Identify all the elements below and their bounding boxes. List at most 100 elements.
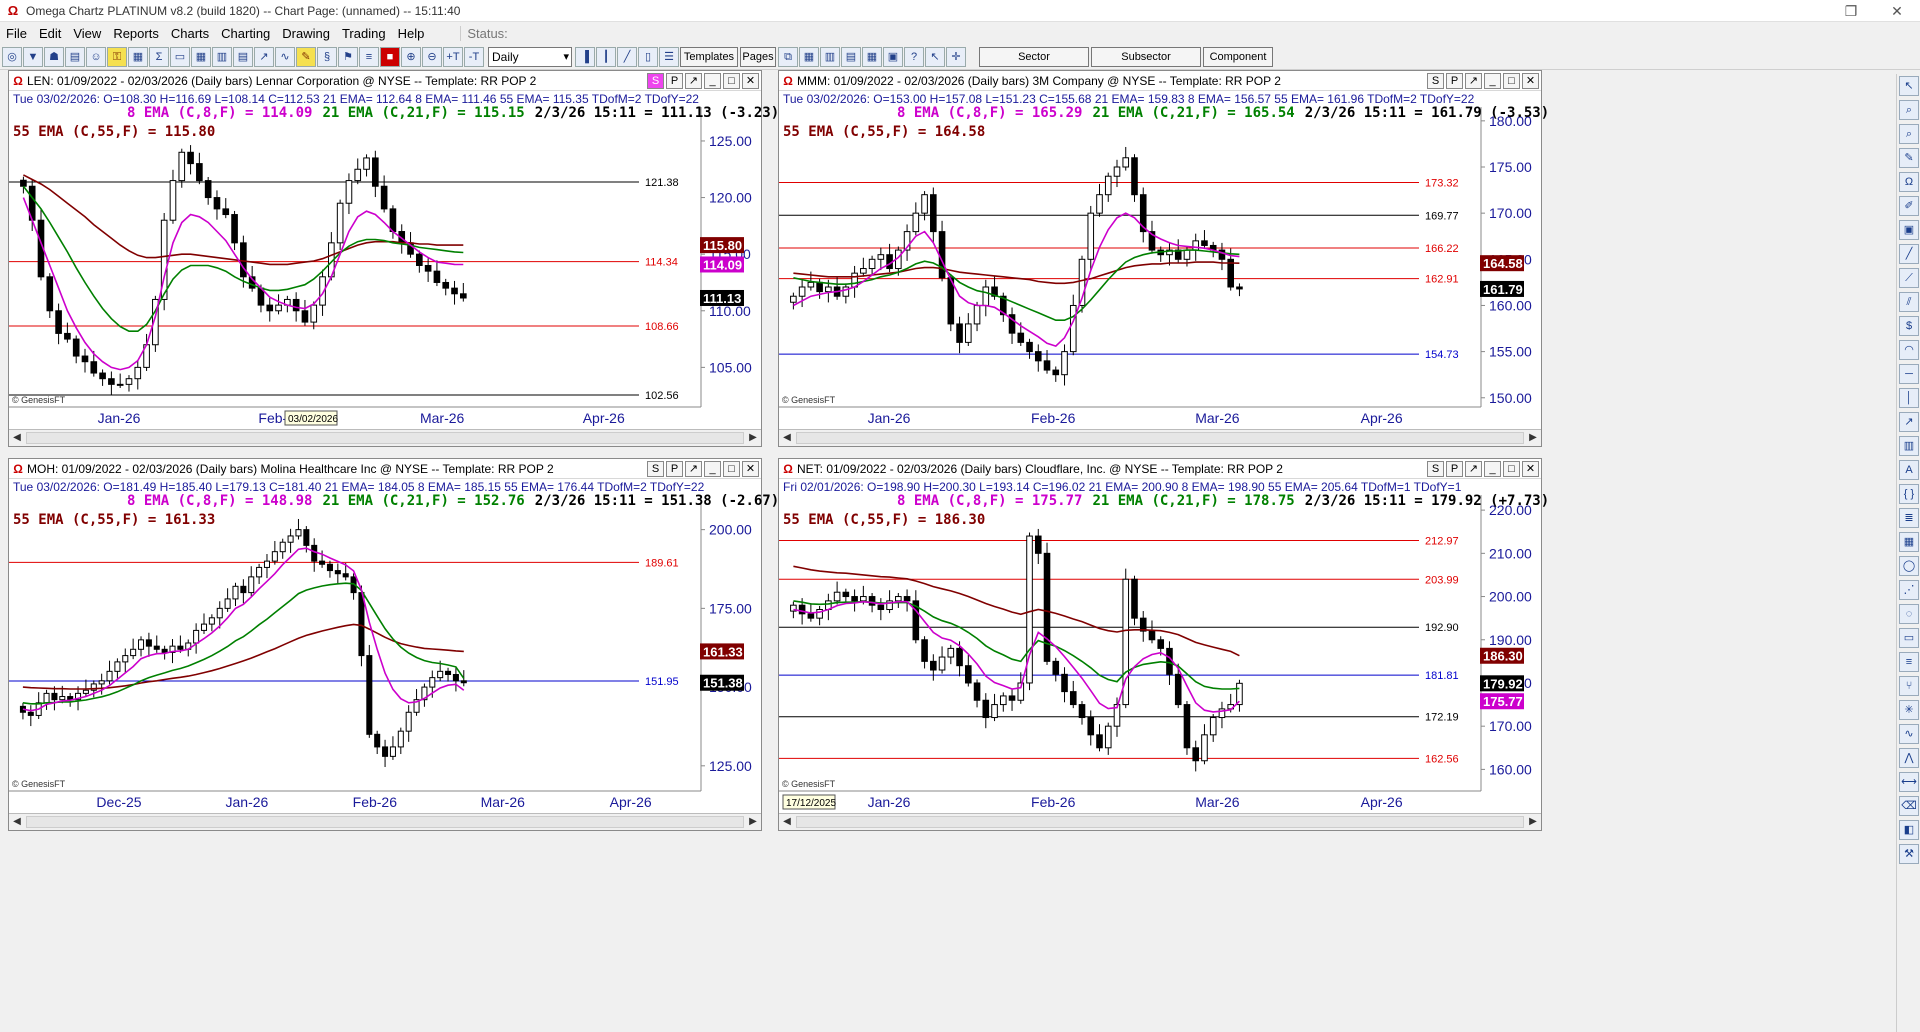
scroll-right-icon[interactable]: ▶ xyxy=(745,814,761,830)
candle-body[interactable] xyxy=(216,607,223,619)
line-icon[interactable]: ╱ xyxy=(617,46,637,67)
candle-body[interactable] xyxy=(433,270,441,283)
candle-body[interactable] xyxy=(240,242,247,278)
stop-icon[interactable]: ■ xyxy=(380,46,400,67)
menu-trading[interactable]: Trading xyxy=(336,26,392,41)
price-chart[interactable]: 121.38 114.34 108.66 102.56 125.00 120.00 115.… xyxy=(9,107,761,429)
candle-body[interactable] xyxy=(798,604,806,615)
scroll-left-icon[interactable]: ◀ xyxy=(779,430,795,446)
s-button[interactable]: S xyxy=(1427,73,1444,89)
pages-button[interactable]: Pages xyxy=(740,46,776,67)
candle-body[interactable] xyxy=(816,281,823,293)
grid-tool-icon[interactable]: ▦ xyxy=(1899,532,1919,552)
candle-body[interactable] xyxy=(1034,535,1042,554)
menu-reports[interactable]: Reports xyxy=(107,26,165,41)
wave-icon[interactable]: ∿ xyxy=(275,46,295,67)
candle-body[interactable] xyxy=(437,670,444,679)
s-button[interactable]: S xyxy=(647,461,664,477)
scroll-left-icon[interactable]: ◀ xyxy=(9,430,25,446)
crosshair-icon[interactable]: ✛ xyxy=(946,46,966,67)
scroll-right-icon[interactable]: ▶ xyxy=(745,430,761,446)
rect-tool-icon[interactable]: ▭ xyxy=(1899,628,1919,648)
open-icon[interactable]: ◎ xyxy=(2,46,22,67)
candle-body[interactable] xyxy=(59,696,66,701)
arc-tool-icon[interactable]: ◠ xyxy=(1899,340,1919,360)
candle-body[interactable] xyxy=(319,560,326,565)
candle-body[interactable] xyxy=(1131,578,1138,619)
candle-body[interactable] xyxy=(310,304,318,323)
candle-body[interactable] xyxy=(1034,351,1042,362)
minimize-icon[interactable]: _ xyxy=(1484,73,1501,89)
pencil-icon[interactable]: ✎ xyxy=(296,46,316,67)
candle-body[interactable] xyxy=(424,264,432,272)
vline-tool-icon[interactable]: │ xyxy=(1899,388,1919,408)
candle-body[interactable] xyxy=(1113,166,1121,177)
candle-body[interactable] xyxy=(1078,704,1086,719)
candle-body[interactable] xyxy=(868,258,876,270)
candle-body[interactable] xyxy=(1008,695,1016,701)
candle-body[interactable] xyxy=(336,202,344,244)
rows-icon[interactable]: ▤ xyxy=(841,46,861,67)
horizontal-scrollbar[interactable]: ◀ ▶ xyxy=(9,429,761,446)
fib-tool-icon[interactable]: ≣ xyxy=(1899,508,1919,528)
tile-icon[interactable]: ▦ xyxy=(799,46,819,67)
candle-body[interactable] xyxy=(860,268,867,274)
candle-body[interactable] xyxy=(825,286,832,293)
candle-body[interactable] xyxy=(938,231,946,279)
candle-body[interactable] xyxy=(1061,351,1068,376)
minimize-icon[interactable]: _ xyxy=(704,73,721,89)
candle-body[interactable] xyxy=(82,689,89,694)
arrow-tool-icon[interactable]: ↗ xyxy=(1899,412,1919,432)
candle-body[interactable] xyxy=(807,281,815,288)
candle-body[interactable] xyxy=(1087,717,1095,736)
candle-body[interactable] xyxy=(27,711,34,716)
gann-tool-icon[interactable]: ✳ xyxy=(1899,700,1919,720)
pointer-icon[interactable]: ↖ xyxy=(925,46,945,67)
candle-body[interactable] xyxy=(374,733,381,748)
candle-body[interactable] xyxy=(72,338,80,357)
detach-icon[interactable]: ↗ xyxy=(1465,73,1482,89)
list-icon[interactable]: ☰ xyxy=(659,46,679,67)
fill-tool-icon[interactable]: ◧ xyxy=(1899,820,1919,840)
candle-body[interactable] xyxy=(973,304,981,325)
candle-body[interactable] xyxy=(1052,660,1060,675)
candle-body[interactable] xyxy=(1131,157,1138,196)
candle-body[interactable] xyxy=(145,639,152,647)
zoom-out-icon[interactable]: ⊖ xyxy=(422,46,442,67)
candle-body[interactable] xyxy=(125,378,133,385)
measure-tool-icon[interactable]: ⟷ xyxy=(1899,772,1919,792)
image-tool-icon[interactable]: ▣ xyxy=(1899,220,1919,240)
candle-body[interactable] xyxy=(956,647,963,667)
zoom-in-icon[interactable]: ⊕ xyxy=(401,46,421,67)
candle-body[interactable] xyxy=(301,310,309,323)
close-icon[interactable]: ✕ xyxy=(1522,461,1539,477)
candle-body[interactable] xyxy=(1087,212,1095,260)
candle-body[interactable] xyxy=(1104,725,1112,749)
candle-body[interactable] xyxy=(903,596,911,602)
candle-body[interactable] xyxy=(326,563,333,572)
brush-tool-icon[interactable]: ✎ xyxy=(1899,148,1919,168)
price-chart[interactable]: 173.32169.77166.22162.91154.73180.00175.… xyxy=(779,107,1541,429)
candle-body[interactable] xyxy=(380,185,388,210)
candle-body[interactable] xyxy=(345,180,353,204)
menu-view[interactable]: View xyxy=(67,26,107,41)
horizontal-scrollbar[interactable]: ◀ ▶ xyxy=(779,429,1541,446)
filter-icon[interactable]: ▼ xyxy=(23,46,43,67)
menu-help[interactable]: Help xyxy=(392,26,431,41)
bar-chart-icon[interactable]: ▐ xyxy=(575,46,595,67)
candle-body[interactable] xyxy=(1096,734,1103,749)
ruler-icon[interactable]: ▤ xyxy=(65,46,85,67)
candle-body[interactable] xyxy=(842,591,850,598)
scroll-track[interactable] xyxy=(796,816,1524,828)
minus-t-icon[interactable]: -T xyxy=(464,46,484,67)
candle-body[interactable] xyxy=(833,591,841,602)
candle-body[interactable] xyxy=(134,366,142,380)
candle-body[interactable] xyxy=(204,180,212,199)
candle-body[interactable] xyxy=(1096,194,1103,214)
candle-body[interactable] xyxy=(798,286,806,297)
lock-icon[interactable]: ⚿ xyxy=(107,46,127,67)
candle-body[interactable] xyxy=(912,212,920,233)
candle-body[interactable] xyxy=(20,179,27,187)
detach-icon[interactable]: ↗ xyxy=(685,73,702,89)
candle-body[interactable] xyxy=(342,573,349,578)
